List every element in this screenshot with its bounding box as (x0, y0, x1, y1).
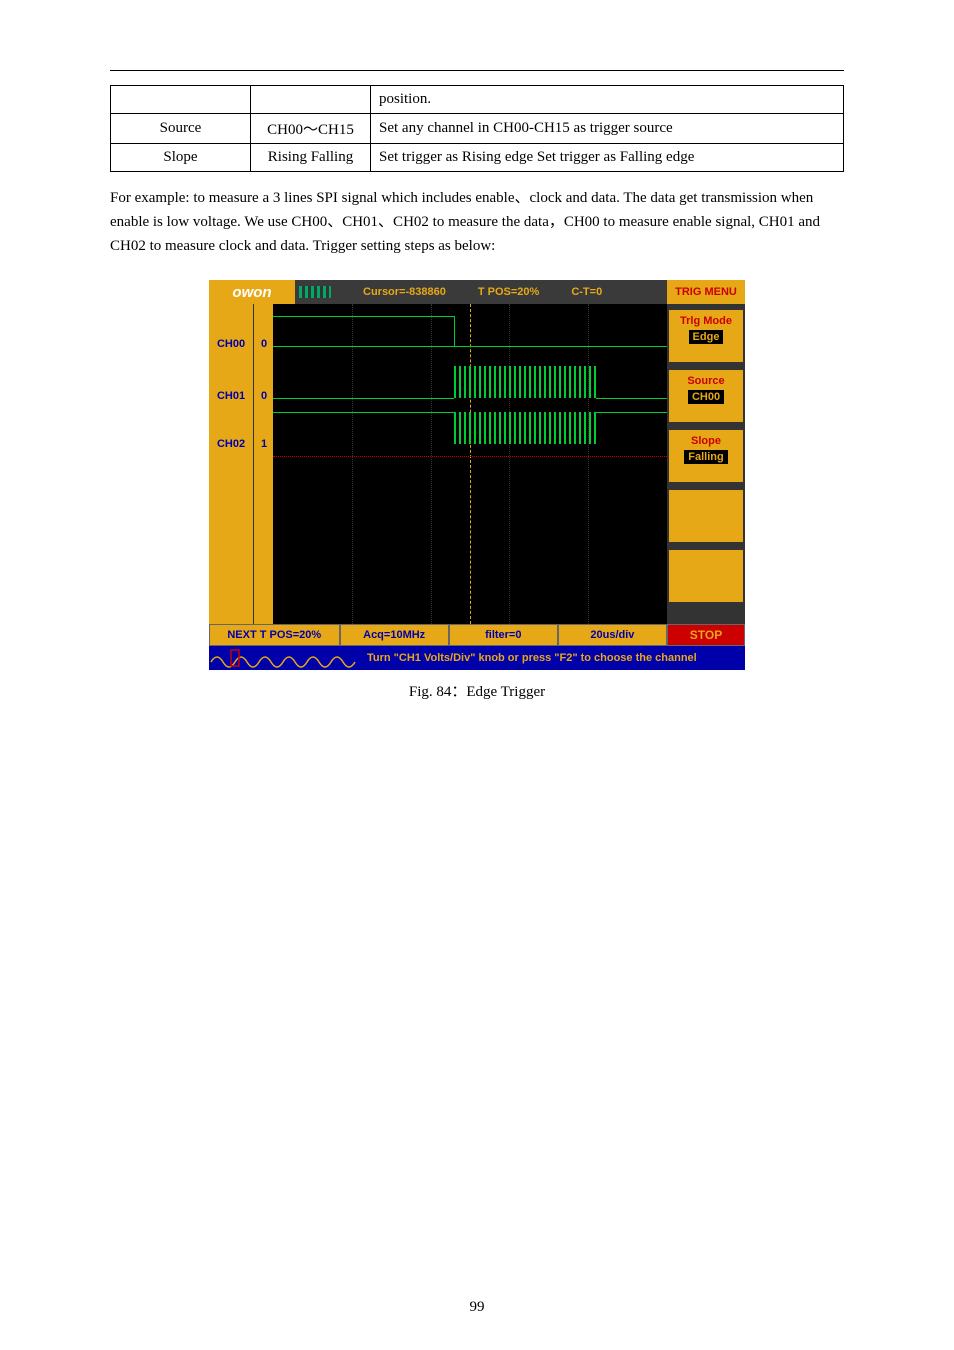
channel-column: CH00 CH01 CH02 (209, 304, 253, 624)
status-acq: Acq=10MHz (340, 624, 449, 646)
cell (251, 86, 371, 114)
table-row: Source CH00～CH15 Set any channel in CH00… (111, 114, 844, 144)
top-rule (110, 70, 844, 71)
cell: Set trigger as Rising edge Set trigger a… (371, 144, 844, 172)
cell: Rising Falling (251, 144, 371, 172)
wave-ch01 (454, 366, 596, 398)
hint-text: Turn "CH1 Volts/Div" knob or press "F2" … (359, 646, 745, 670)
figure-caption: Fig. 84：Edge Trigger (110, 680, 844, 701)
cell: Source (111, 114, 251, 144)
hint-bar: Turn "CH1 Volts/Div" knob or press "F2" … (209, 646, 745, 670)
menu-empty[interactable] (669, 550, 743, 602)
menu-value: CH00 (688, 390, 724, 404)
waveform-area (273, 304, 667, 624)
baseline (273, 456, 667, 457)
status-bar: NEXT T POS=20% Acq=10MHz filter=0 20us/d… (209, 624, 667, 646)
figure: owon Cursor=-838860 T POS=20% C-T=0 TRIG… (110, 280, 844, 701)
wave-ch00 (273, 346, 454, 347)
page-number: 99 (0, 1299, 954, 1316)
cell: Slope (111, 144, 251, 172)
menu-title: Trlg Mode (669, 315, 743, 327)
channel-value: 0 (254, 338, 274, 350)
channel-label: CH01 (209, 390, 253, 402)
menu-empty[interactable] (669, 490, 743, 542)
cell: Set any channel in CH00-CH15 as trigger … (371, 114, 844, 144)
channel-value: 0 (254, 390, 274, 402)
channel-value: 1 (254, 438, 274, 450)
menu-slope[interactable]: Slope Falling (669, 430, 743, 482)
cursor-readout: Cursor=-838860 (363, 286, 446, 298)
trigger-menu: Trlg Mode Edge Source CH00 Slope Falling (667, 304, 745, 624)
overview-wave-icon (209, 646, 359, 670)
oscilloscope-screenshot: owon Cursor=-838860 T POS=20% C-T=0 TRIG… (209, 280, 745, 670)
status-next-tpos: NEXT T POS=20% (209, 624, 340, 646)
menu-source[interactable]: Source CH00 (669, 370, 743, 422)
cell: CH00～CH15 (251, 114, 371, 144)
trig-menu-header: TRIG MENU (667, 280, 745, 304)
menu-title: Source (669, 375, 743, 387)
channel-label: CH00 (209, 338, 253, 350)
trigger-cursor (470, 304, 471, 624)
wave-ch02 (454, 412, 596, 444)
table-row: position. (111, 86, 844, 114)
cell (111, 86, 251, 114)
menu-title: Slope (669, 435, 743, 447)
menu-value: Edge (689, 330, 724, 344)
cell: position. (371, 86, 844, 114)
scope-header: owon Cursor=-838860 T POS=20% C-T=0 TRIG… (209, 280, 745, 304)
channel-label: CH02 (209, 438, 253, 450)
tpos-readout: T POS=20% (478, 286, 539, 298)
settings-table: position. Source CH00～CH15 Set any chann… (110, 85, 844, 172)
status-timebase: 20us/div (558, 624, 667, 646)
value-column: 0 0 1 (253, 304, 273, 624)
table-row: Slope Rising Falling Set trigger as Risi… (111, 144, 844, 172)
indicator-bars (299, 286, 331, 298)
menu-trig-mode[interactable]: Trlg Mode Edge (669, 310, 743, 362)
paragraph: For example: to measure a 3 lines SPI si… (110, 186, 844, 258)
scope-body: CH00 CH01 CH02 0 0 1 (209, 304, 745, 670)
stop-indicator: STOP (667, 624, 745, 646)
brand-logo: owon (209, 280, 295, 304)
ct-readout: C-T=0 (571, 286, 602, 298)
status-filter: filter=0 (449, 624, 558, 646)
menu-value: Falling (684, 450, 727, 464)
